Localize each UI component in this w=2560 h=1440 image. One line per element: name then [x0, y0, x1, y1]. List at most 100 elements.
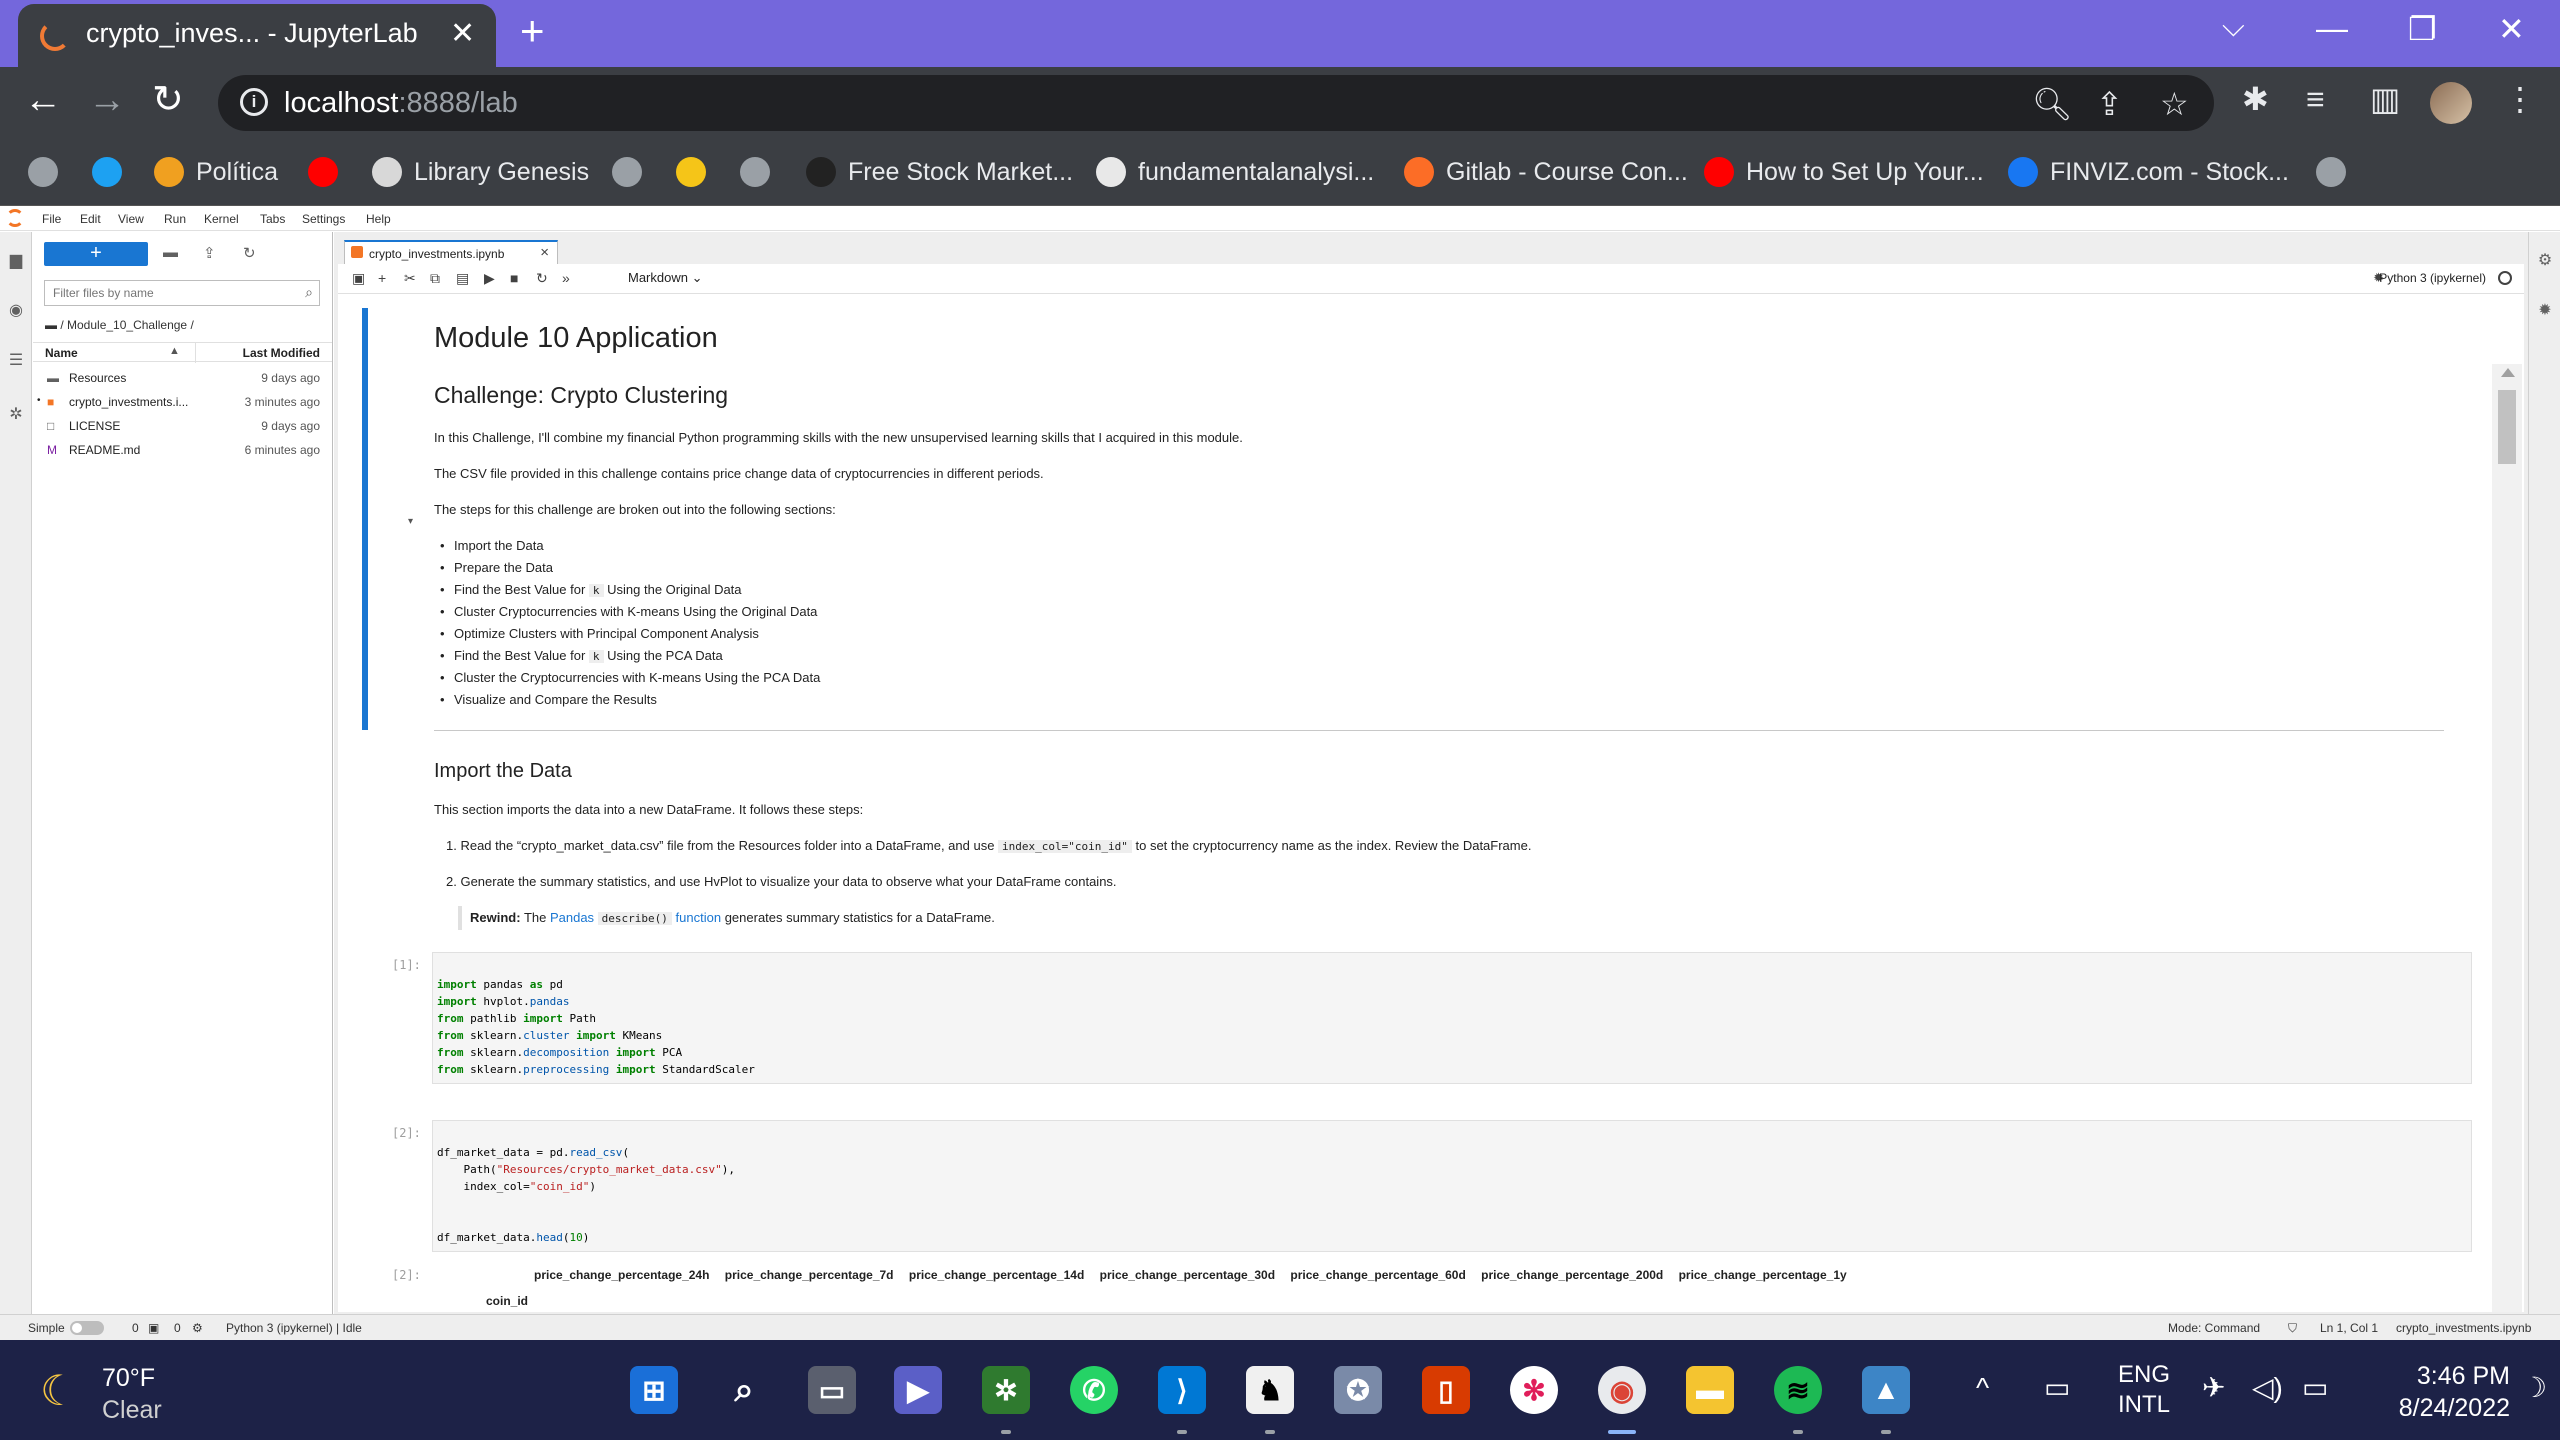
- cursor-position[interactable]: Ln 1, Col 1: [2320, 1321, 2378, 1335]
- pandas-link[interactable]: Pandas: [550, 910, 594, 925]
- tablet-icon[interactable]: ▭: [2044, 1374, 2070, 1402]
- menu-kernel[interactable]: Kernel: [204, 212, 239, 226]
- paste-icon[interactable]: ▤: [456, 271, 469, 285]
- column-header-modified[interactable]: Last Modified: [243, 346, 320, 360]
- menu-view[interactable]: View: [118, 212, 144, 226]
- extension-manager-icon[interactable]: ✲: [6, 404, 26, 424]
- scroll-up-icon[interactable]: [2501, 368, 2515, 377]
- new-tab-icon[interactable]: +: [520, 10, 545, 52]
- code-cell[interactable]: df_market_data = pd.read_csv( Path("Reso…: [432, 1120, 2472, 1252]
- run-icon[interactable]: ▶: [484, 271, 495, 285]
- night-mode-icon[interactable]: ☽: [2522, 1374, 2547, 1402]
- debugger-sidebar-icon[interactable]: ✹: [2535, 300, 2555, 320]
- column-header-name[interactable]: Name: [45, 346, 78, 360]
- file-filter-input[interactable]: [53, 285, 293, 301]
- kernel-status-text[interactable]: Python 3 (ipykernel) | Idle: [226, 1321, 362, 1335]
- browser-tab[interactable]: crypto_inves... - JupyterLab ✕: [18, 4, 496, 67]
- photos-icon[interactable]: ▲: [1862, 1366, 1910, 1414]
- notebook-tab[interactable]: crypto_investments.ipynb ×: [344, 240, 558, 264]
- app-icon-gray[interactable]: ✪: [1334, 1366, 1382, 1414]
- menu-settings[interactable]: Settings: [302, 212, 345, 226]
- copy-icon[interactable]: ⧉: [430, 271, 440, 285]
- code-cell[interactable]: import pandas as pd import hvplot.pandas…: [432, 952, 2472, 1084]
- simple-mode-toggle[interactable]: [70, 1321, 104, 1335]
- file-row[interactable]: □ LICENSE 9 days ago: [33, 414, 332, 438]
- browser-menu-icon[interactable]: ⋮: [2504, 83, 2536, 115]
- file-browser-icon[interactable]: ▆: [6, 250, 26, 270]
- bookmark-item[interactable]: [308, 152, 338, 192]
- site-info-icon[interactable]: i: [240, 88, 268, 116]
- notebook-panel[interactable]: ▾ Module 10 Application Challenge: Crypt…: [338, 294, 2524, 1312]
- cut-icon[interactable]: ✂: [404, 271, 416, 285]
- file-explorer-icon[interactable]: ▬: [1686, 1366, 1734, 1414]
- task-view-icon[interactable]: ▭: [808, 1366, 856, 1414]
- back-icon[interactable]: ←: [24, 81, 62, 119]
- system-clock[interactable]: 3:46 PM 8/24/2022: [2360, 1360, 2510, 1424]
- show-hidden-icons-icon[interactable]: ^: [1976, 1374, 1989, 1402]
- restore-icon[interactable]: ❐: [2408, 10, 2437, 48]
- function-link[interactable]: function: [676, 910, 722, 925]
- upload-icon[interactable]: ⇪: [203, 244, 216, 262]
- bookmark-item[interactable]: Free Stock Market...: [806, 152, 1073, 192]
- new-folder-icon[interactable]: ▬: [163, 244, 178, 261]
- teams-chat-icon[interactable]: ▶: [894, 1366, 942, 1414]
- menu-run[interactable]: Run: [164, 212, 186, 226]
- share-icon[interactable]: ⇪: [2096, 85, 2123, 123]
- tab-search-icon[interactable]: ⌵: [2222, 10, 2245, 44]
- bookmark-item[interactable]: [92, 152, 122, 192]
- office-icon[interactable]: ▯: [1422, 1366, 1470, 1414]
- search-icon[interactable]: ⌕: [720, 1366, 768, 1414]
- language-indicator[interactable]: ENG INTL: [2118, 1360, 2170, 1420]
- bookmark-item[interactable]: [740, 152, 770, 192]
- refresh-icon[interactable]: ↻: [243, 244, 256, 262]
- battery-icon[interactable]: ▭: [2302, 1374, 2328, 1402]
- close-tab-icon[interactable]: ×: [540, 244, 549, 261]
- side-panel-icon[interactable]: ▥: [2370, 83, 2400, 115]
- bookmark-item[interactable]: [2316, 152, 2346, 192]
- airplane-mode-icon[interactable]: ✈: [2202, 1374, 2225, 1402]
- kernel-name[interactable]: Python 3 (ipykernel): [2379, 271, 2486, 285]
- cell-type-select[interactable]: Markdown ⌄: [628, 270, 702, 286]
- bookmark-item[interactable]: [612, 152, 642, 192]
- media-icon[interactable]: ≡: [2306, 83, 2325, 115]
- profile-avatar[interactable]: [2430, 82, 2472, 124]
- weather-condition[interactable]: Clear: [102, 1396, 162, 1425]
- bookmark-item[interactable]: How to Set Up Your...: [1704, 152, 1984, 192]
- new-launcher-button[interactable]: +: [44, 242, 148, 266]
- terminal-count[interactable]: 0: [132, 1321, 139, 1335]
- whatsapp-icon[interactable]: ✆: [1070, 1366, 1118, 1414]
- tab-close-icon[interactable]: ✕: [450, 16, 475, 51]
- volume-icon[interactable]: ◁): [2252, 1374, 2283, 1402]
- slack-icon[interactable]: ✻: [1510, 1366, 1558, 1414]
- vscode-icon[interactable]: ⟩: [1158, 1366, 1206, 1414]
- bookmark-item[interactable]: [676, 152, 706, 192]
- bookmark-item[interactable]: Library Genesis: [372, 152, 589, 192]
- github-desktop-icon[interactable]: ♞: [1246, 1366, 1294, 1414]
- spotify-icon[interactable]: ≋: [1774, 1366, 1822, 1414]
- scrollbar-thumb[interactable]: [2498, 390, 2516, 464]
- bookmark-item[interactable]: Política: [154, 152, 278, 192]
- app-icon-green[interactable]: ✲: [982, 1366, 1030, 1414]
- file-row[interactable]: ▬ Resources 9 days ago: [33, 366, 332, 390]
- menu-edit[interactable]: Edit: [80, 212, 101, 226]
- insert-cell-icon[interactable]: +: [378, 271, 386, 285]
- menu-file[interactable]: File: [42, 212, 61, 226]
- chrome-icon[interactable]: ◉: [1598, 1366, 1646, 1414]
- bookmark-item[interactable]: Gitlab - Course Con...: [1404, 152, 1688, 192]
- breadcrumb[interactable]: ▬ / Module_10_Challenge /: [45, 318, 194, 332]
- file-row[interactable]: • ■ crypto_investments.i... 3 minutes ag…: [33, 390, 332, 414]
- window-close-icon[interactable]: ✕: [2498, 10, 2525, 48]
- weather-temperature[interactable]: 70°F: [102, 1364, 155, 1393]
- table-of-contents-icon[interactable]: ☰: [6, 350, 26, 370]
- running-kernels-icon[interactable]: ◉: [6, 300, 26, 320]
- collapse-cell-icon[interactable]: ▾: [408, 516, 413, 527]
- kernel-count[interactable]: 0: [174, 1321, 181, 1335]
- reload-icon[interactable]: ↻: [152, 81, 184, 119]
- bookmark-item[interactable]: FINVIZ.com - Stock...: [2008, 152, 2289, 192]
- file-row[interactable]: M README.md 6 minutes ago: [33, 438, 332, 462]
- property-inspector-icon[interactable]: ⚙: [2535, 250, 2555, 270]
- save-icon[interactable]: ▣: [352, 271, 365, 285]
- stop-icon[interactable]: ■: [510, 271, 518, 285]
- zoom-icon[interactable]: 🔍︎: [2032, 85, 2073, 123]
- bookmark-item[interactable]: [28, 152, 58, 192]
